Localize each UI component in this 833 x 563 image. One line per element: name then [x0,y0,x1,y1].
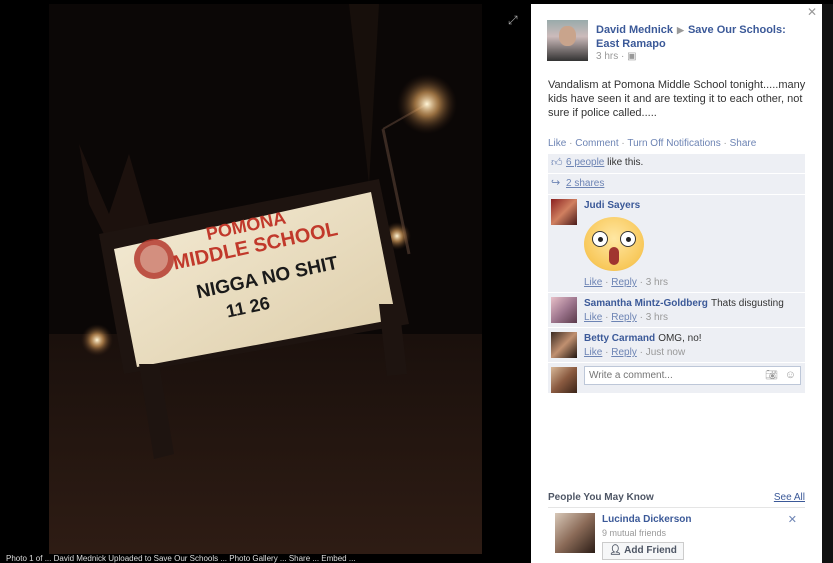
photo-sidebar: ✕ David Mednick ▶ Save Our Schools: East R… [531,4,822,563]
likes-suffix: like this. [604,157,644,168]
audience-icon: ▣ [627,51,637,62]
arrow-right-icon: ▶ [677,25,684,35]
comment-text: OMG, no! [658,333,702,344]
comment-time[interactable]: Just now [646,347,685,358]
comment-reply-link[interactable]: Reply [611,312,637,323]
comment-like-link[interactable]: Like [584,277,602,288]
likes-row: 👍︎ 6 people like this. [548,154,805,174]
photo[interactable]: POMONA MIDDLE SCHOOL NIGGA NO SHIT 11 26 [49,4,482,554]
pymk-card: Lucinda Dickerson 9 mutual friends 👤︎ Ad… [548,512,805,563]
mutual-friends[interactable]: 9 mutual friends [602,528,666,538]
emoji-icon[interactable]: ☺ [785,369,796,381]
comment-meta: Like · Reply · 3 hrs [584,312,668,323]
comment-item: Samantha Mintz-Goldberg Thats disgusting… [548,293,805,328]
shares-row: ↪ 2 shares [548,174,805,195]
comment-item: Judi Sayers Like · Reply · 3 hrs [548,195,805,293]
camera-icon[interactable]: 📷︎ [765,370,778,381]
page-scrollbar[interactable] [822,4,833,563]
pymk-title: People You May Know [548,492,654,503]
comment-time[interactable]: 3 hrs [646,312,668,323]
photo-scene: POMONA MIDDLE SCHOOL NIGGA NO SHIT 11 26 [49,4,482,554]
comment-box: 📷︎ ☺ [584,366,801,385]
fullscreen-icon[interactable]: ⤢ [508,14,520,26]
comment-text: Thats disgusting [710,298,784,309]
photo-caption: Photo 1 of ... David Mednick Uploaded to… [6,555,356,563]
dismiss-icon[interactable]: ✕ [788,513,797,526]
commenter-name[interactable]: Samantha Mintz-Goldberg [584,298,708,309]
notifications-link[interactable]: Turn Off Notifications [627,138,720,149]
people-you-may-know: People You May Know See All Lucinda Dick… [548,492,805,563]
comment-link[interactable]: Comment [575,138,618,149]
pymk-header: People You May Know See All [548,492,805,508]
photo-stage: POMONA MIDDLE SCHOOL NIGGA NO SHIT 11 26… [0,0,531,563]
see-all-link[interactable]: See All [774,492,805,503]
comment-meta: Like · Reply · 3 hrs [584,277,668,288]
viewer-avatar [551,367,577,393]
share-arrow-icon: ↪ [551,177,561,189]
comment-meta: Like · Reply · Just now [584,347,686,358]
comment-like-link[interactable]: Like [584,347,602,358]
suggested-friend-name[interactable]: Lucinda Dickerson [602,514,691,525]
commenter-name[interactable]: Betty Carmand [584,333,655,344]
author-avatar[interactable] [547,20,588,61]
post-text: Vandalism at Pomona Middle School tonigh… [548,79,806,119]
thumbs-up-icon: 👍︎ [551,157,563,169]
shocked-face-sticker [584,217,644,271]
likes-count-link[interactable]: 6 people [566,157,604,168]
comment-item: Betty Carmand OMG, no! Like · Reply · Ju… [548,328,805,363]
commenter-avatar[interactable] [551,332,577,358]
comment-reply-link[interactable]: Reply [611,347,637,358]
add-friend-label: Add Friend [624,545,677,556]
post-time[interactable]: 3 hrs [596,51,618,62]
write-comment-row: 📷︎ ☺ [548,363,805,393]
close-icon[interactable]: ✕ [807,6,817,18]
add-friend-icon: 👤︎ [609,545,622,556]
commenter-name[interactable]: Judi Sayers [584,200,640,211]
add-friend-button[interactable]: 👤︎ Add Friend [602,542,684,560]
feedback-box: 👍︎ 6 people like this. ↪ 2 shares Judi S… [548,154,805,393]
suggested-friend-avatar[interactable] [555,513,595,553]
commenter-avatar[interactable] [551,297,577,323]
comment-like-link[interactable]: Like [584,312,602,323]
comment-input[interactable] [585,367,760,384]
commenter-avatar[interactable] [551,199,577,225]
post-meta: 3 hrs · ▣ [596,51,637,62]
author-name[interactable]: David Mednick [596,24,673,36]
share-link[interactable]: Share [730,138,757,149]
post-byline: David Mednick ▶ Save Our Schools: East Ram… [596,23,811,51]
comment-reply-link[interactable]: Reply [611,277,637,288]
shares-link[interactable]: 2 shares [566,178,604,189]
like-link[interactable]: Like [548,138,566,149]
post-actions: Like · Comment · Turn Off Notifications … [548,138,757,149]
comment-time[interactable]: 3 hrs [646,277,668,288]
